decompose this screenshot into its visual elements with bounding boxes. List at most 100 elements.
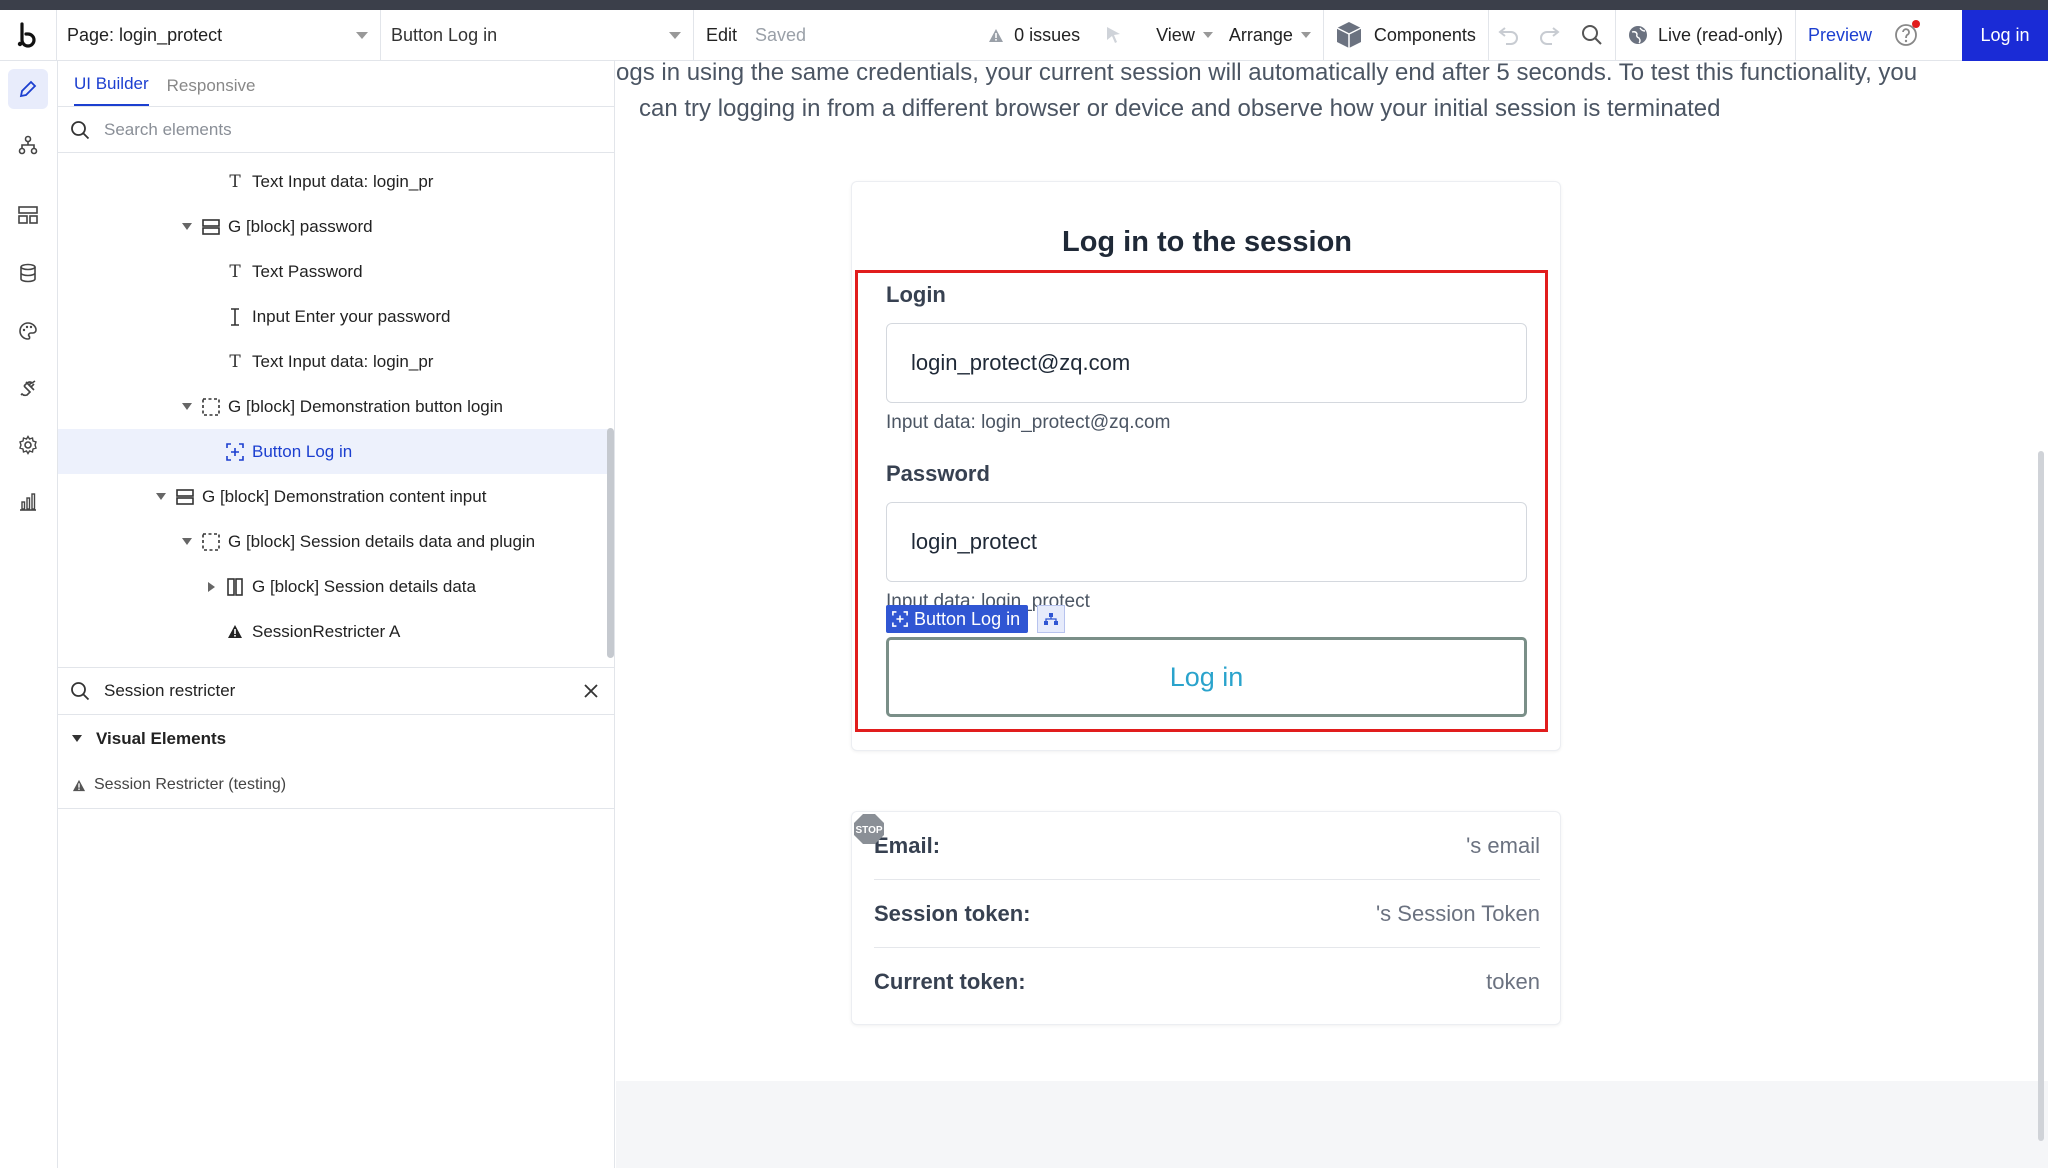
components-button[interactable]: Components [1324,10,1488,61]
plugin-search[interactable]: Session restricter [58,668,614,715]
tab-responsive[interactable]: Responsive [167,76,256,106]
live-label: Live (read-only) [1657,24,1783,45]
text-icon: T [229,261,241,282]
close-icon[interactable] [582,682,600,705]
tree-item[interactable]: G [block] Session details data and plugi… [58,519,608,564]
button-icon [226,442,244,461]
tab-ui-builder[interactable]: UI Builder [74,74,149,106]
chevron-down-icon [669,31,681,39]
element-search-placeholder: Search elements [104,119,232,139]
intro-line-1: ogs in using the same credentials, your … [616,61,1918,86]
issues-count: 0 issues [1014,24,1081,45]
design-canvas[interactable]: ogs in using the same credentials, your … [616,61,2048,1168]
stop-sign-icon[interactable]: STOP [853,813,885,845]
expand-arrow-right-icon[interactable] [202,578,220,596]
canvas-scrollbar[interactable] [2038,451,2044,1141]
tree-item-label: Input Enter your password [252,306,451,326]
element-search[interactable]: Search elements [58,107,614,153]
palette-icon[interactable] [8,311,48,351]
tree-scrollbar[interactable] [607,428,614,658]
tree-item[interactable]: G [block] Demonstration content input [58,474,608,519]
styles-layout-icon[interactable] [8,195,48,235]
design-pencil-icon[interactable] [8,69,48,109]
components-label: Components [1373,24,1476,45]
tree-item-selected[interactable]: Button Log in [58,429,608,474]
password-input-value: login_protect [911,529,1037,554]
visual-elements-section[interactable]: Visual Elements [58,715,614,762]
plugin-icon[interactable] [8,368,48,408]
arrange-label: Arrange [1228,24,1293,45]
expand-arrow-icon[interactable] [178,218,196,236]
group-icon [176,488,194,506]
session-row-value: token [1486,969,1540,994]
login-input[interactable]: login_protect@zq.com [886,323,1527,403]
bubble-logo[interactable] [0,9,57,61]
window-top-strip [0,0,2048,10]
edit-menu[interactable]: Edit [694,10,749,61]
tree-item-label: G [block] password [228,216,373,236]
tree-item[interactable]: T Text Input data: login_pr [58,339,608,384]
issues-button[interactable]: 0 issues [976,10,1092,61]
hierarchy-icon[interactable] [1037,605,1065,633]
tree-item[interactable]: T Text Input data: login_pr [58,159,608,204]
tree-item[interactable]: G [block] Session details data [58,564,608,609]
cube-icon [1336,21,1362,49]
plugin-element-item[interactable]: Session Restricter (testing) [58,762,614,809]
elements-panel: UI Builder Responsive Search elements T … [58,61,615,1168]
expand-arrow-icon[interactable] [178,533,196,551]
view-label: View [1156,24,1195,45]
help-icon[interactable] [1884,10,1928,61]
session-row-value: 's email [1466,832,1540,858]
tree-item-label: G [block] Session details data and plugi… [228,531,536,551]
element-selector-label: Button Log in [391,24,498,45]
text-icon: T [229,351,241,372]
password-input[interactable]: login_protect [886,502,1527,582]
settings-gear-icon[interactable] [8,425,48,465]
search-icon [70,681,90,701]
tree-item[interactable]: G [block] password [58,204,608,249]
selected-element-badge[interactable]: Button Log in [886,605,1029,633]
view-menu[interactable]: View [1136,10,1225,61]
icon-rail [0,61,58,1168]
chevron-down-icon [1202,32,1213,38]
preview-button[interactable]: Preview [1796,10,1884,61]
card-title: Log in to the session [1061,226,1352,258]
tree-item-label: Button Log in [252,441,353,461]
tree-item[interactable]: Input Enter your password [58,294,608,339]
plugin-search-value: Session restricter [104,681,236,700]
expand-arrow-icon[interactable] [178,398,196,416]
search-icon[interactable] [1569,10,1615,61]
data-database-icon[interactable] [8,253,48,293]
inspect-cursor-icon[interactable] [1092,10,1136,61]
redo-icon[interactable] [1529,10,1569,61]
tree-item[interactable]: T Text Password [58,249,608,294]
live-app-link[interactable]: Live (read-only) [1616,10,1795,61]
panel-tabs: UI Builder Responsive [58,61,614,107]
workflow-icon[interactable] [8,125,48,165]
logs-chart-icon[interactable] [8,482,48,522]
tree-item-label: G [block] Demonstration content input [202,486,487,506]
page-selector[interactable]: Page: login_protect [57,9,381,61]
session-row-value: 's Session Token [1375,900,1540,926]
search-icon [70,120,90,140]
badge-label: Button Log in [914,608,1021,629]
globe-icon [1628,25,1648,45]
arrange-menu[interactable]: Arrange [1225,10,1323,61]
text-icon: T [229,171,241,192]
plugin-element-label: Session Restricter (testing) [94,776,287,793]
session-details-card: Email: 's email Session token: 's Sessio… [851,811,1561,1025]
login-button[interactable]: Log in [886,637,1527,717]
group-icon [202,218,220,236]
collapse-arrow-icon [72,735,82,742]
dashed-group-icon [202,532,220,551]
tree-item[interactable]: G [block] Demonstration button login [58,384,608,429]
warning-icon [988,28,1004,43]
undo-icon[interactable] [1489,10,1529,61]
tree-item[interactable]: SessionRestricter A [58,609,608,654]
element-tree: T Text Input data: login_pr G [block] pa… [58,153,614,668]
element-selector[interactable]: Button Log in [381,9,694,61]
login-label: Login [886,282,946,307]
expand-arrow-icon[interactable] [152,488,170,506]
header-login-button[interactable]: Log in [1962,10,2048,61]
session-row-token: Session token: 's Session Token [874,880,1540,948]
